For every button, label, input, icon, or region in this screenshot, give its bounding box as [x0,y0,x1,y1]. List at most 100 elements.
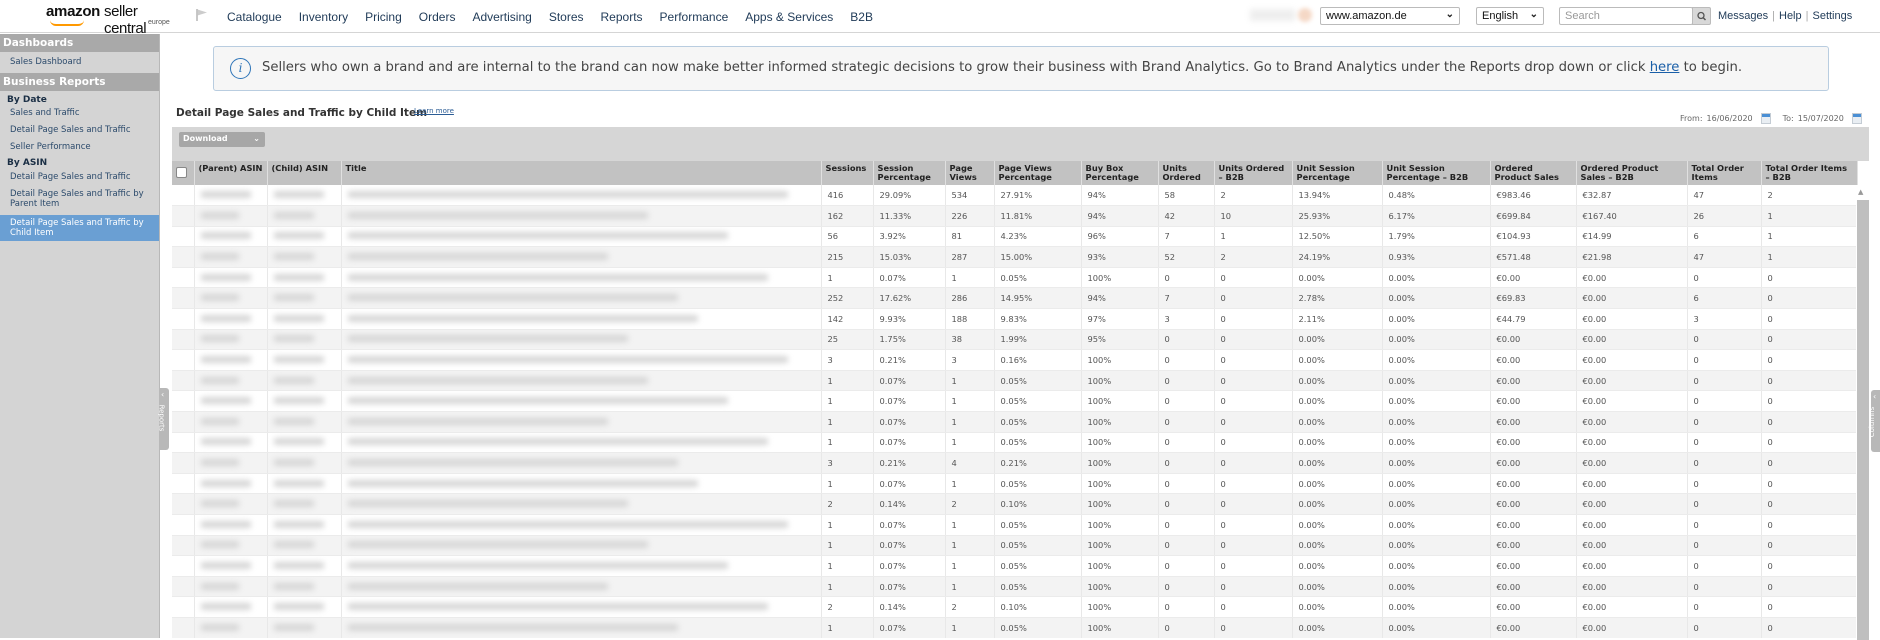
col-header-page-views[interactable]: Page Views [945,161,995,185]
table-row[interactable]: 56 3.92% 81 4.23% 96% 7 1 12.50% 1.79% €104.93 €14… [172,226,1858,248]
table-row[interactable]: 1 0.07% 1 0.05% 100% 0 0 0.00% 0.00% €0.00 €0.00 0 0 [172,617,1858,638]
sidebar-item-by-child-item[interactable]: Detail Page Sales and Traffic by Child I… [0,215,159,241]
table-row[interactable]: 2 0.14% 2 0.10% 100% 0 0 0.00% 0.00% €0.00 €0.00 0 0 [172,596,1858,618]
table-row[interactable]: 1 0.07% 1 0.05% 100% 0 0 0.00% 0.00% €0.00 €0.00 0 0 [172,576,1858,598]
row-select-cell[interactable] [172,205,195,227]
language-select[interactable]: English ⌄ [1476,7,1544,25]
messages-link[interactable]: Messages [1718,10,1768,22]
nav-advertising[interactable]: Advertising [472,10,531,24]
search-input[interactable]: Search [1559,7,1693,25]
sidebar-item-sales-dashboard[interactable]: Sales Dashboard [0,52,159,72]
cell-total-order-items: 0 [1687,596,1762,618]
table-row[interactable]: 1 0.07% 1 0.05% 100% 0 0 0.00% 0.00% €0.00 €0.00 0 0 [172,432,1858,454]
table-row[interactable]: 1 0.07% 1 0.05% 100% 0 0 0.00% 0.00% €0.00 €0.00 0 0 [172,535,1858,557]
nav-catalogue[interactable]: Catalogue [227,10,282,24]
download-dropdown[interactable]: Download ⌄ [179,132,265,147]
row-select-cell[interactable] [172,617,195,638]
row-select-cell[interactable] [172,411,195,433]
col-header-ordered-product-sales-b2b[interactable]: Ordered Product Sales – B2B [1576,161,1688,185]
table-row[interactable]: 1 0.07% 1 0.05% 100% 0 0 0.00% 0.00% €0.00 €0.00 0 0 [172,555,1858,577]
select-all-checkbox[interactable] [176,167,187,178]
search-button[interactable] [1692,7,1711,25]
nav-performance[interactable]: Performance [660,10,729,24]
col-header-page-views-percentage[interactable]: Page Views Percentage [994,161,1082,185]
sidebar-item-detail-page-sales-traffic-asin[interactable]: Detail Page Sales and Traffic [0,168,159,185]
col-header-unit-session-percentage-b2b[interactable]: Unit Session Percentage – B2B [1382,161,1491,185]
row-select-cell[interactable] [172,308,195,330]
nav-inventory[interactable]: Inventory [299,10,348,24]
columns-panel-tab[interactable]: ‹ Columns [1868,390,1880,452]
table-row[interactable]: 1 0.07% 1 0.05% 100% 0 0 0.00% 0.00% €0.00 €0.00 0 0 [172,411,1858,433]
marketplace-select[interactable]: www.amazon.de ⌄ [1320,7,1460,25]
row-select-cell[interactable] [172,185,195,207]
table-row[interactable]: 2 0.14% 2 0.10% 100% 0 0 0.00% 0.00% €0.00 €0.00 0 0 [172,493,1858,515]
row-select-cell[interactable] [172,473,195,495]
col-header-session-percentage[interactable]: Session Percentage [873,161,946,185]
col-header-ordered-product-sales[interactable]: Ordered Product Sales [1490,161,1577,185]
row-select-cell[interactable] [172,287,195,310]
table-row[interactable]: 25 1.75% 38 1.99% 95% 0 0 0.00% 0.00% €0.00 €0.00 0… [172,329,1858,351]
row-select-cell[interactable] [172,349,195,371]
col-header-child-asin[interactable]: (Child) ASIN [267,161,342,185]
table-row[interactable]: 1 0.07% 1 0.05% 100% 0 0 0.00% 0.00% €0.00 €0.00 0 0 [172,390,1858,413]
row-select-cell[interactable] [172,535,195,557]
learn-more-link[interactable]: Learn more [414,107,454,115]
row-select-cell[interactable] [172,390,195,413]
table-row[interactable]: 3 0.21% 4 0.21% 100% 0 0 0.00% 0.00% €0.00 €0.00 0 0 [172,452,1858,474]
settings-link[interactable]: Settings [1812,10,1852,22]
row-select-cell[interactable] [172,596,195,618]
row-select-cell[interactable] [172,226,195,248]
table-row[interactable]: 215 15.03% 287 15.00% 93% 52 2 24.19% 0.93% €571.… [172,246,1858,268]
table-row[interactable]: 1 0.07% 1 0.05% 100% 0 0 0.00% 0.00% €0.00 €0.00 0 0 [172,267,1858,289]
row-select-cell[interactable] [172,555,195,577]
table-row[interactable]: 162 11.33% 226 11.81% 94% 42 10 25.93% 6.17% €699… [172,205,1858,227]
nav-b2b[interactable]: B2B [850,10,873,24]
col-header-title[interactable]: Title [341,161,822,185]
to-date-input[interactable]: 15/07/2020 [1798,114,1844,123]
col-header-buy-box-percentage[interactable]: Buy Box Percentage [1081,161,1159,185]
from-date-input[interactable]: 16/06/2020 [1707,114,1753,123]
sidebar-item-sales-and-traffic[interactable]: Sales and Traffic [0,105,159,121]
table-row[interactable]: 142 9.93% 188 9.83% 97% 3 0 2.11% 0.00% €44.79 €0.… [172,308,1858,330]
sidebar-item-seller-performance[interactable]: Seller Performance [0,138,159,155]
col-header-sessions[interactable]: Sessions [821,161,874,185]
reports-collapse-tab[interactable]: ‹ Reports [157,388,169,450]
nav-stores[interactable]: Stores [549,10,584,24]
flag-icon[interactable] [195,8,209,22]
nav-reports[interactable]: Reports [601,10,643,24]
row-select-cell[interactable] [172,329,195,351]
calendar-icon[interactable] [1760,113,1771,124]
table-row[interactable]: 416 29.09% 534 27.91% 94% 58 2 13.94% 0.48% €983.… [172,185,1858,207]
nav-apps-services[interactable]: Apps & Services [745,10,833,24]
row-select-cell[interactable] [172,452,195,474]
table-row[interactable]: 1 0.07% 1 0.05% 100% 0 0 0.00% 0.00% €0.00 €0.00 0 0 [172,514,1858,536]
row-select-cell[interactable] [172,576,195,598]
table-row[interactable]: 3 0.21% 3 0.16% 100% 0 0 0.00% 0.00% €0.00 €0.00 0 0 [172,349,1858,371]
banner-here-link[interactable]: here [1650,60,1680,75]
row-select-cell[interactable] [172,246,195,268]
row-select-cell[interactable] [172,493,195,515]
scroll-up-arrow-icon[interactable]: ▲ [1858,188,1863,196]
row-select-cell[interactable] [172,267,195,289]
nav-pricing[interactable]: Pricing [365,10,402,24]
col-header-unit-session-percentage[interactable]: Unit Session Percentage [1292,161,1383,185]
sidebar-item-by-parent-item[interactable]: Detail Page Sales and Traffic by Parent … [0,185,159,212]
sidebar-item-detail-page-sales-traffic-date[interactable]: Detail Page Sales and Traffic [0,121,159,138]
col-header-units-ordered[interactable]: Units Ordered [1158,161,1215,185]
col-header-total-order-items[interactable]: Total Order Items [1687,161,1762,185]
row-select-cell[interactable] [172,370,195,392]
help-link[interactable]: Help [1779,10,1802,22]
table-row[interactable]: 1 0.07% 1 0.05% 100% 0 0 0.00% 0.00% €0.00 €0.00 0 0 [172,473,1858,495]
table-row[interactable]: 1 0.07% 1 0.05% 100% 0 0 0.00% 0.00% €0.00 €0.00 0 0 [172,370,1858,392]
table-row[interactable]: 252 17.62% 286 14.95% 94% 7 0 2.78% 0.00% €69.83 €… [172,287,1858,310]
col-header-units-ordered-b2b[interactable]: Units Ordered – B2B [1214,161,1293,185]
calendar-icon[interactable] [1851,113,1862,124]
col-header-total-order-items-b2b[interactable]: Total Order Items – B2B [1761,161,1858,185]
row-select-cell[interactable] [172,432,195,454]
table-vertical-scrollbar[interactable]: ▲ [1856,185,1869,640]
nav-orders[interactable]: Orders [419,10,456,24]
col-header-parent-asin[interactable]: (Parent) ASIN [194,161,268,185]
scrollbar-thumb[interactable] [1857,200,1869,640]
row-select-cell[interactable] [172,514,195,536]
seller-central-logo[interactable]: amazon seller central europe [46,3,176,37]
